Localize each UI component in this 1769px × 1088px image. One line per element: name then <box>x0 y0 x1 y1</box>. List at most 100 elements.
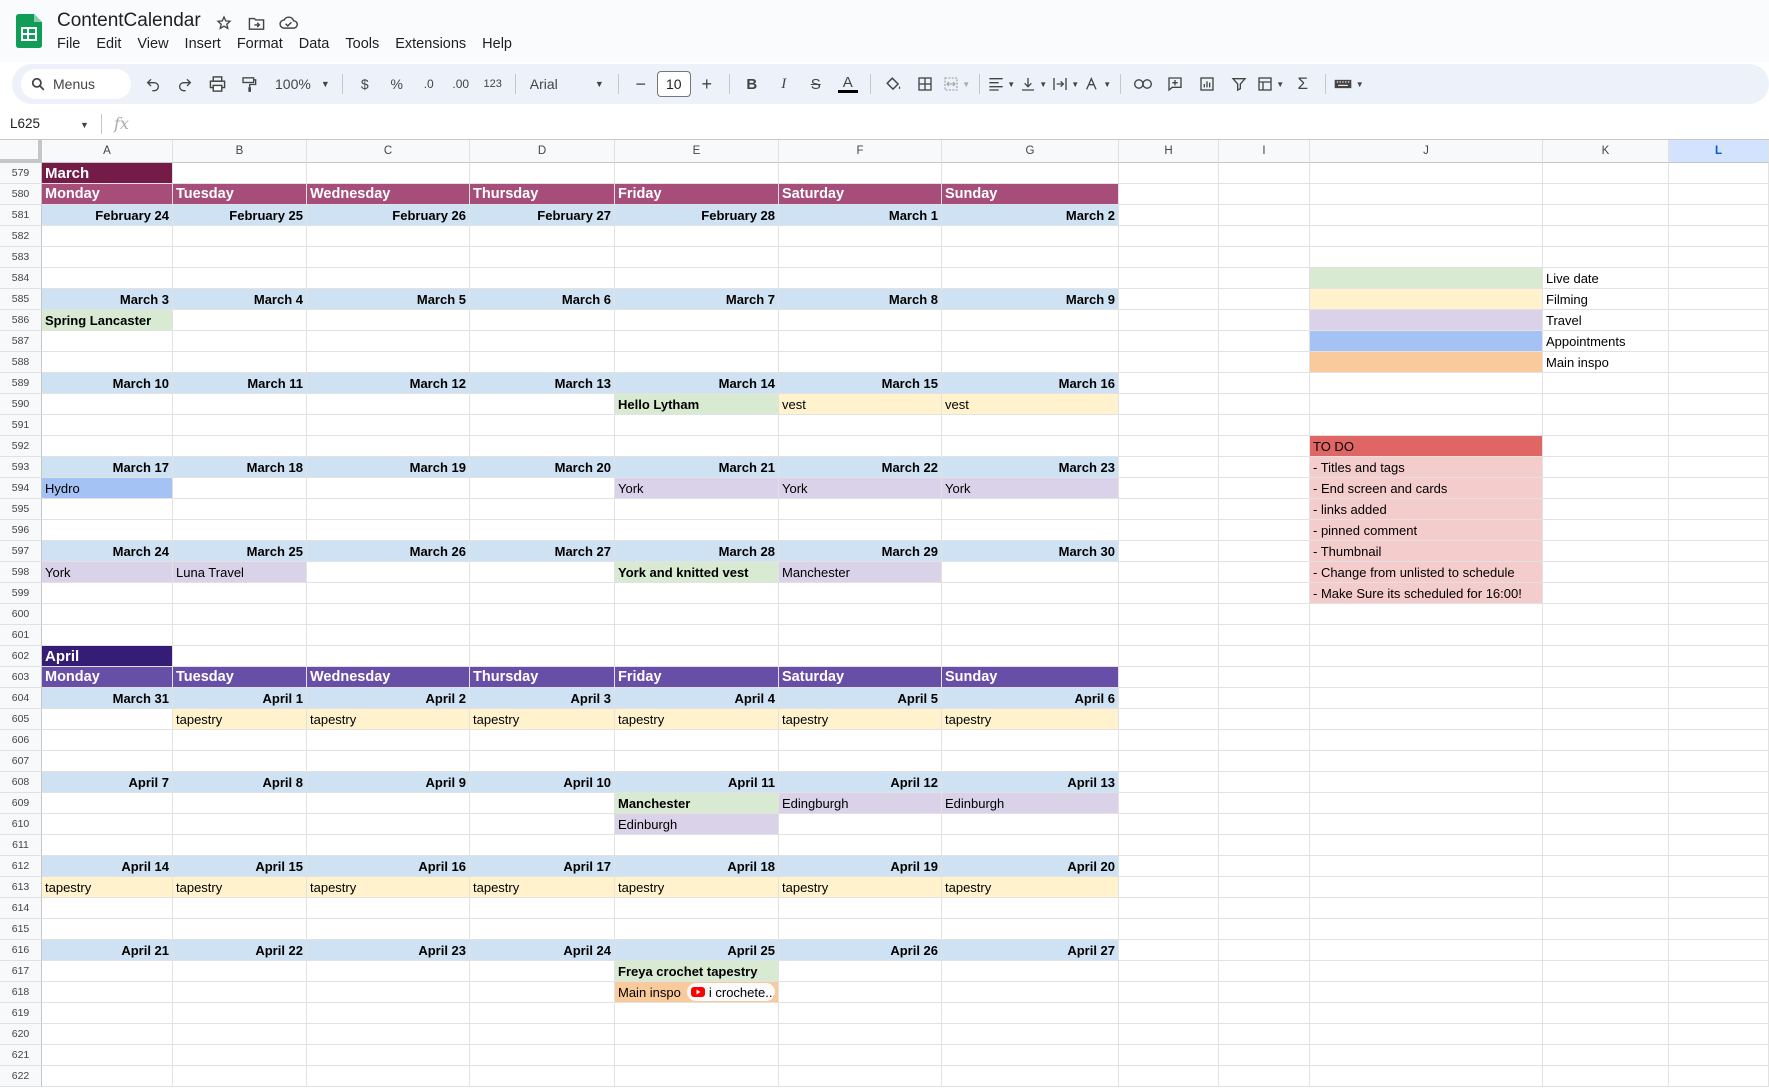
grid-cell[interactable] <box>1669 436 1769 457</box>
grid-cell[interactable] <box>1669 982 1769 1003</box>
grid-cell[interactable] <box>1310 961 1543 982</box>
grid-cell[interactable] <box>42 226 173 247</box>
cell-date[interactable]: April 1 <box>173 688 307 709</box>
cell-travel[interactable]: York <box>942 478 1119 499</box>
decrease-font-size-button[interactable]: − <box>627 70 655 98</box>
grid-cell[interactable] <box>1543 184 1669 205</box>
cell-date[interactable]: March 21 <box>615 457 779 478</box>
grid-cell[interactable] <box>1219 688 1310 709</box>
cell-date[interactable]: March 12 <box>307 373 470 394</box>
grid-cell[interactable] <box>615 919 779 940</box>
cell-date[interactable]: April 19 <box>779 856 942 877</box>
grid-cell[interactable] <box>1219 205 1310 226</box>
cell-date[interactable]: April 21 <box>42 940 173 961</box>
grid-cell[interactable] <box>470 898 615 919</box>
cell-days-apr[interactable]: Monday <box>42 667 173 688</box>
column-header-k[interactable]: K <box>1543 140 1669 163</box>
grid-cell[interactable] <box>779 814 942 835</box>
row-header[interactable]: 593 <box>0 457 42 478</box>
grid-cell[interactable] <box>1119 331 1219 352</box>
grid-cell[interactable] <box>615 751 779 772</box>
menu-data[interactable]: Data <box>299 36 338 52</box>
cell-date[interactable]: April 20 <box>942 856 1119 877</box>
cell-travel[interactable]: Edinburgh <box>942 793 1119 814</box>
cell-filming[interactable] <box>1310 289 1543 310</box>
grid-cell[interactable] <box>1543 1045 1669 1066</box>
grid-cell[interactable] <box>942 226 1119 247</box>
row-header[interactable]: 618 <box>0 982 42 1003</box>
grid-cell[interactable] <box>470 499 615 520</box>
grid-cell[interactable] <box>173 583 307 604</box>
grid-cell[interactable] <box>1119 940 1219 961</box>
grid-cell[interactable] <box>615 1024 779 1045</box>
grid-cell[interactable] <box>1669 205 1769 226</box>
cell-main-inspo[interactable]: Main inspo i crochete... <box>615 982 779 1003</box>
cell-date[interactable]: April 13 <box>942 772 1119 793</box>
grid-cell[interactable] <box>1310 730 1543 751</box>
grid-cell[interactable] <box>470 625 615 646</box>
grid-cell[interactable] <box>470 352 615 373</box>
grid-cell[interactable] <box>1669 163 1769 184</box>
grid-cell[interactable] <box>1669 1066 1769 1087</box>
row-header[interactable]: 592 <box>0 436 42 457</box>
grid-cell[interactable] <box>942 499 1119 520</box>
grid-cell[interactable] <box>1669 604 1769 625</box>
grid-cell[interactable] <box>779 331 942 352</box>
column-header-j[interactable]: J <box>1310 140 1543 163</box>
grid-cell[interactable] <box>1310 982 1543 1003</box>
grid-cell[interactable] <box>942 751 1119 772</box>
grid-cell[interactable] <box>307 310 470 331</box>
cell-date[interactable]: April 16 <box>307 856 470 877</box>
grid-cell[interactable] <box>1219 919 1310 940</box>
row-header[interactable]: 583 <box>0 247 42 268</box>
grid-cell[interactable] <box>307 1003 470 1024</box>
grid-cell[interactable] <box>942 310 1119 331</box>
chevron-down-icon[interactable]: ▼ <box>80 120 89 130</box>
row-header[interactable]: 616 <box>0 940 42 961</box>
link-chip[interactable]: i crochete... <box>686 983 775 1001</box>
grid-cell[interactable] <box>615 1003 779 1024</box>
redo-icon[interactable] <box>171 70 199 98</box>
grid-cell[interactable] <box>1219 583 1310 604</box>
move-folder-icon[interactable] <box>246 13 266 33</box>
cell-date[interactable]: March 22 <box>779 457 942 478</box>
grid-cell[interactable] <box>779 898 942 919</box>
grid-cell[interactable] <box>307 730 470 751</box>
grid-cell[interactable] <box>1119 226 1219 247</box>
paint-format-icon[interactable] <box>235 70 263 98</box>
cell-date[interactable]: April 18 <box>615 856 779 877</box>
cell-date[interactable]: April 9 <box>307 772 470 793</box>
grid-cell[interactable] <box>779 226 942 247</box>
cell-month-apr[interactable]: April <box>42 646 173 667</box>
grid-cell[interactable] <box>1219 667 1310 688</box>
cell-plain[interactable]: Live date <box>1543 268 1669 289</box>
grid-cell[interactable] <box>307 352 470 373</box>
cell-date[interactable]: March 10 <box>42 373 173 394</box>
grid-cell[interactable] <box>173 1066 307 1087</box>
grid-cell[interactable] <box>1119 247 1219 268</box>
cell-date[interactable]: April 10 <box>470 772 615 793</box>
row-header[interactable]: 621 <box>0 1045 42 1066</box>
grid-cell[interactable] <box>942 562 1119 583</box>
cell-days-mar[interactable]: Wednesday <box>307 184 470 205</box>
grid-cell[interactable] <box>1669 583 1769 604</box>
grid-cell[interactable] <box>173 1024 307 1045</box>
cell-days-mar[interactable]: Saturday <box>779 184 942 205</box>
cell-date[interactable]: April 5 <box>779 688 942 709</box>
cell-date[interactable]: March 30 <box>942 541 1119 562</box>
grid-cell[interactable] <box>173 982 307 1003</box>
grid-cell[interactable] <box>1119 478 1219 499</box>
grid-cell[interactable] <box>1219 1066 1310 1087</box>
horizontal-align-icon[interactable]: ▼ <box>988 70 1016 98</box>
cell-date[interactable]: April 22 <box>173 940 307 961</box>
column-header-h[interactable]: H <box>1119 140 1219 163</box>
grid-cell[interactable] <box>42 793 173 814</box>
text-rotation-icon[interactable]: ▼ <box>1084 70 1112 98</box>
grid-cell[interactable] <box>1543 1066 1669 1087</box>
grid-cell[interactable] <box>1119 646 1219 667</box>
grid-cell[interactable] <box>1543 499 1669 520</box>
cell-filming[interactable]: tapestry <box>615 877 779 898</box>
row-header[interactable]: 597 <box>0 541 42 562</box>
grid-cell[interactable] <box>615 331 779 352</box>
menu-format[interactable]: Format <box>237 36 291 52</box>
